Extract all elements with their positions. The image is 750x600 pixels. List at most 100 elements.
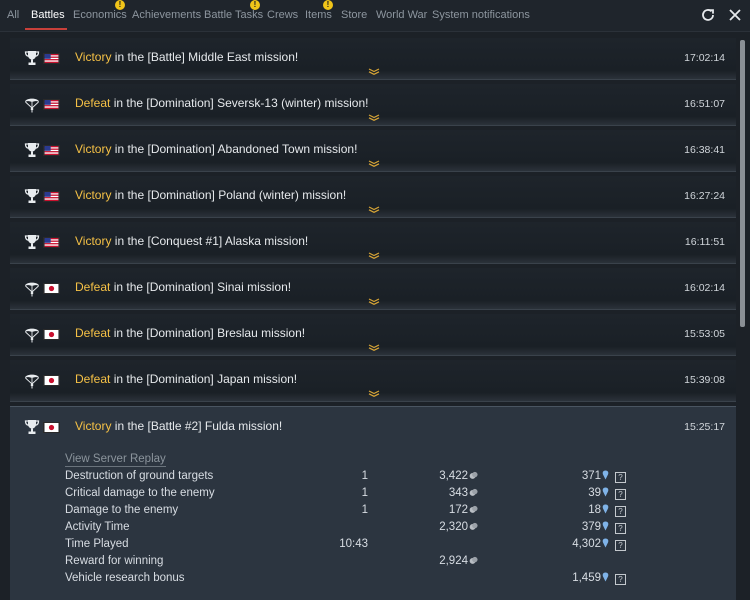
- refresh-icon: [702, 9, 714, 21]
- entry-mission: in the [Domination] Breslau mission!: [110, 326, 306, 340]
- japan-flag-icon: [43, 422, 60, 433]
- entry-time: 15:53:05: [684, 328, 725, 340]
- reward-count: 1: [361, 487, 368, 499]
- refresh-button[interactable]: [697, 4, 719, 26]
- reward-row: Critical damage to the enemy 1 343 39 ?: [65, 487, 725, 504]
- entry-mission: in the [Domination] Abandoned Town missi…: [111, 142, 358, 156]
- battle-entry[interactable]: Victory in the [Battle] Middle East miss…: [10, 38, 736, 80]
- entry-message: Victory in the [Domination] Abandoned To…: [75, 142, 357, 156]
- entry-result: Defeat: [75, 96, 111, 110]
- usa-flag-icon: [43, 237, 60, 248]
- help-icon[interactable]: ?: [615, 540, 626, 551]
- notification-tab-bar: All Battles Economics ! Achievements Bat…: [0, 0, 750, 32]
- battle-entry[interactable]: Defeat in the [Domination] Seversk-13 (w…: [10, 84, 736, 126]
- entry-message: Victory in the [Domination] Poland (wint…: [75, 188, 346, 202]
- battle-entry-expanded[interactable]: Victory in the [Battle #2] Fulda mission…: [10, 406, 736, 600]
- help-icon[interactable]: ?: [615, 523, 626, 534]
- battle-notification-list: Victory in the [Battle] Middle East miss…: [0, 32, 750, 600]
- entry-result: Defeat: [75, 280, 111, 294]
- entry-message: Defeat in the [Domination] Breslau missi…: [75, 326, 305, 340]
- parachute-icon: [24, 279, 40, 297]
- entry-mission: in the [Domination] Poland (winter) miss…: [111, 188, 347, 202]
- entry-mission: in the [Conquest #1] Alaska mission!: [111, 234, 309, 248]
- entry-message: Defeat in the [Domination] Seversk-13 (w…: [75, 96, 368, 110]
- tab-items[interactable]: Items: [305, 9, 332, 21]
- entry-message: Victory in the [Battle #2] Fulda mission…: [75, 419, 282, 433]
- items-alert-badge: !: [323, 0, 333, 10]
- tab-battles[interactable]: Battles: [31, 9, 65, 21]
- help-icon[interactable]: ?: [615, 506, 626, 517]
- battle-tasks-alert-badge: !: [250, 0, 260, 10]
- reward-row: Reward for winning 2,924: [65, 555, 725, 572]
- entry-result: Victory: [75, 142, 112, 156]
- entry-time: 15:25:17: [684, 421, 725, 433]
- parachute-icon: [24, 325, 40, 343]
- japan-flag-icon: [43, 375, 60, 386]
- tab-system-notifications[interactable]: System notifications: [432, 9, 530, 21]
- tab-battle-tasks[interactable]: Battle Tasks: [204, 9, 263, 21]
- expand-chevron-icon[interactable]: [368, 344, 380, 351]
- research-points-icon: [602, 572, 609, 582]
- tab-economics[interactable]: Economics: [73, 9, 127, 21]
- japan-flag-icon: [43, 329, 60, 340]
- entry-message: Victory in the [Conquest #1] Alaska miss…: [75, 234, 308, 248]
- help-icon[interactable]: ?: [615, 574, 626, 585]
- reward-silver: 3,422: [418, 470, 478, 482]
- expand-chevron-icon[interactable]: [368, 114, 380, 121]
- expand-chevron-icon[interactable]: [368, 298, 380, 305]
- entry-time: 16:02:14: [684, 282, 725, 294]
- trophy-icon: [24, 141, 40, 159]
- battle-entry[interactable]: Victory in the [Conquest #1] Alaska miss…: [10, 222, 736, 264]
- research-points-icon: [602, 504, 609, 514]
- entry-mission: in the [Domination] Seversk-13 (winter) …: [110, 96, 369, 110]
- entry-time: 16:38:41: [684, 144, 725, 156]
- reward-silver: 2,924: [418, 555, 478, 567]
- reward-silver: 343: [418, 487, 478, 499]
- entry-message: Victory in the [Battle] Middle East miss…: [75, 50, 298, 64]
- expand-chevron-icon[interactable]: [368, 160, 380, 167]
- reward-count: 10:43: [339, 538, 368, 550]
- japan-flag-icon: [43, 283, 60, 294]
- entry-time: 16:51:07: [684, 98, 725, 110]
- battle-entry[interactable]: Victory in the [Domination] Poland (wint…: [10, 176, 736, 218]
- view-server-replay-link[interactable]: View Server Replay: [65, 453, 166, 467]
- entry-message: Defeat in the [Domination] Sinai mission…: [75, 280, 291, 294]
- usa-flag-icon: [43, 53, 60, 64]
- entry-mission: in the [Battle #2] Fulda mission!: [111, 419, 283, 433]
- battle-entry[interactable]: Defeat in the [Domination] Japan mission…: [10, 360, 736, 402]
- parachute-icon: [24, 95, 40, 113]
- expand-chevron-icon[interactable]: [368, 68, 380, 75]
- entry-result: Defeat: [75, 326, 111, 340]
- silver-lions-icon: [469, 505, 478, 514]
- entry-mission: in the [Domination] Japan mission!: [110, 372, 298, 386]
- battle-entry[interactable]: Victory in the [Domination] Abandoned To…: [10, 130, 736, 172]
- expand-chevron-icon[interactable]: [368, 252, 380, 259]
- battle-entry[interactable]: Defeat in the [Domination] Breslau missi…: [10, 314, 736, 356]
- expand-chevron-icon[interactable]: [368, 390, 380, 397]
- tab-all[interactable]: All: [7, 9, 19, 21]
- entry-time: 16:11:51: [684, 236, 725, 248]
- silver-lions-icon: [469, 471, 478, 480]
- tab-world-war[interactable]: World War: [376, 9, 427, 21]
- help-icon[interactable]: ?: [615, 489, 626, 500]
- scrollbar[interactable]: [740, 40, 745, 327]
- usa-flag-icon: [43, 99, 60, 110]
- silver-lions-icon: [469, 556, 478, 565]
- entry-mission: in the [Battle] Middle East mission!: [111, 50, 299, 64]
- reward-research-points: 1,459: [549, 572, 609, 584]
- research-points-icon: [602, 470, 609, 480]
- battle-entry[interactable]: Defeat in the [Domination] Sinai mission…: [10, 268, 736, 310]
- tab-achievements[interactable]: Achievements: [132, 9, 201, 21]
- tab-store[interactable]: Store: [341, 9, 367, 21]
- reward-research-points: 39: [549, 487, 609, 499]
- trophy-icon: [24, 233, 40, 251]
- help-icon[interactable]: ?: [615, 472, 626, 483]
- tab-crews[interactable]: Crews: [267, 9, 298, 21]
- usa-flag-icon: [43, 191, 60, 202]
- entry-result: Victory: [75, 50, 112, 64]
- reward-row: Activity Time 2,320 379 ?: [65, 521, 725, 538]
- expand-chevron-icon[interactable]: [368, 206, 380, 213]
- close-button[interactable]: [724, 4, 746, 26]
- entry-result: Defeat: [75, 372, 111, 386]
- reward-label: Damage to the enemy: [65, 504, 179, 516]
